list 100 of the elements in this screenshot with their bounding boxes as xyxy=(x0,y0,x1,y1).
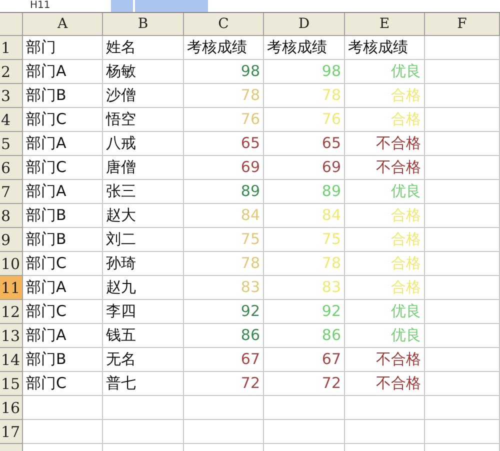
table-cell: 八戒 xyxy=(103,132,184,156)
row-header[interactable]: 14 xyxy=(0,348,23,372)
table-cell: 部门C xyxy=(23,156,103,180)
table-cell: 98 xyxy=(184,60,264,84)
table-cell: 69 xyxy=(184,156,264,180)
table-cell: 部门 xyxy=(23,36,103,60)
row-header[interactable]: 10 xyxy=(0,252,23,276)
table-cell: 部门C xyxy=(23,108,103,132)
table-cell: 不合格 xyxy=(345,372,425,396)
table-cell: 普七 xyxy=(103,372,184,396)
table-cell: 刘二 xyxy=(103,228,184,252)
row-header[interactable]: 3 xyxy=(0,84,23,108)
table-cell: 83 xyxy=(264,276,345,300)
row-header[interactable]: 11 xyxy=(0,276,23,300)
row-header[interactable]: 16 xyxy=(0,396,23,420)
name-box[interactable]: H11 xyxy=(0,0,110,12)
table-cell: 86 xyxy=(184,324,264,348)
row-header[interactable]: 8 xyxy=(0,204,23,228)
table-cell: 不合格 xyxy=(345,156,425,180)
table-cell: 67 xyxy=(184,348,264,372)
table-cell: 78 xyxy=(184,252,264,276)
table-cell: 75 xyxy=(184,228,264,252)
table-cell: 部门A xyxy=(23,276,103,300)
row-header[interactable]: 5 xyxy=(0,132,23,156)
row-header[interactable]: 2 xyxy=(0,60,23,84)
table-cell: 部门A xyxy=(23,60,103,84)
table-cell: 赵大 xyxy=(103,204,184,228)
row-header[interactable]: 13 xyxy=(0,324,23,348)
table-cell: 92 xyxy=(184,300,264,324)
table-cell: 76 xyxy=(184,108,264,132)
table-cell: 优良 xyxy=(345,60,425,84)
table-cell: 83 xyxy=(184,276,264,300)
table-cell: 考核成绩 xyxy=(345,36,425,60)
column-header[interactable]: E xyxy=(345,13,425,36)
row-header[interactable]: 12 xyxy=(0,300,23,324)
table-cell: 65 xyxy=(264,132,345,156)
table-cell: 65 xyxy=(184,132,264,156)
table-cell: 李四 xyxy=(103,300,184,324)
table-cell: 部门A xyxy=(23,180,103,204)
table-cell: 98 xyxy=(264,60,345,84)
table-cell: 赵九 xyxy=(103,276,184,300)
table-cell: 75 xyxy=(264,228,345,252)
table-cell: 78 xyxy=(264,252,345,276)
table-cell: 72 xyxy=(264,372,345,396)
row-header[interactable]: 7 xyxy=(0,180,23,204)
table-cell: 92 xyxy=(264,300,345,324)
table-cell: 考核成绩 xyxy=(264,36,345,60)
column-header[interactable]: F xyxy=(425,13,500,36)
table-cell: 不合格 xyxy=(345,132,425,156)
table-cell: 89 xyxy=(264,180,345,204)
table-cell: 孙琦 xyxy=(103,252,184,276)
table-cell: 合格 xyxy=(345,84,425,108)
table-cell: 89 xyxy=(184,180,264,204)
row-header[interactable]: 9 xyxy=(0,228,23,252)
table-cell: 杨敏 xyxy=(103,60,184,84)
table-cell: 69 xyxy=(264,156,345,180)
table-cell: 78 xyxy=(264,84,345,108)
table-cell: 部门C xyxy=(23,252,103,276)
table-cell: 合格 xyxy=(345,204,425,228)
table-cell: 合格 xyxy=(345,276,425,300)
table-cell: 优良 xyxy=(345,324,425,348)
select-all-button[interactable] xyxy=(0,13,23,36)
row-header[interactable]: 17 xyxy=(0,420,23,444)
table-cell: 72 xyxy=(184,372,264,396)
table-cell: 姓名 xyxy=(103,36,184,60)
row-header[interactable]: 1 xyxy=(0,36,23,60)
table-cell: 悟空 xyxy=(103,108,184,132)
table-cell: 不合格 xyxy=(345,348,425,372)
table-cell: 部门A xyxy=(23,132,103,156)
table-cell: 合格 xyxy=(345,228,425,252)
column-header[interactable]: C xyxy=(184,13,264,36)
table-cell: 无名 xyxy=(103,348,184,372)
row-header[interactable]: 4 xyxy=(0,108,23,132)
table-cell: 部门C xyxy=(23,372,103,396)
dropdown-button[interactable] xyxy=(110,0,133,12)
row-header[interactable]: 6 xyxy=(0,156,23,180)
table-cell: 部门B xyxy=(23,84,103,108)
table-cell: 合格 xyxy=(345,108,425,132)
function-button[interactable] xyxy=(133,0,208,12)
table-cell: 84 xyxy=(264,204,345,228)
column-header[interactable]: B xyxy=(103,13,184,36)
table-cell: 优良 xyxy=(345,300,425,324)
table-cell: 部门C xyxy=(23,300,103,324)
table-cell: 张三 xyxy=(103,180,184,204)
table-cell: 钱五 xyxy=(103,324,184,348)
table-cell: 86 xyxy=(264,324,345,348)
column-header[interactable]: A xyxy=(23,13,103,36)
table-cell: 67 xyxy=(264,348,345,372)
table-cell: 78 xyxy=(184,84,264,108)
row-header[interactable]: 15 xyxy=(0,372,23,396)
table-cell: 考核成绩 xyxy=(184,36,264,60)
table-cell: 唐僧 xyxy=(103,156,184,180)
table-cell: 部门B xyxy=(23,204,103,228)
table-cell: 84 xyxy=(184,204,264,228)
table-cell: 部门B xyxy=(23,348,103,372)
table-cell: 部门B xyxy=(23,228,103,252)
table-cell: 合格 xyxy=(345,252,425,276)
column-header[interactable]: D xyxy=(264,13,345,36)
table-cell: 优良 xyxy=(345,180,425,204)
table-cell: 沙僧 xyxy=(103,84,184,108)
